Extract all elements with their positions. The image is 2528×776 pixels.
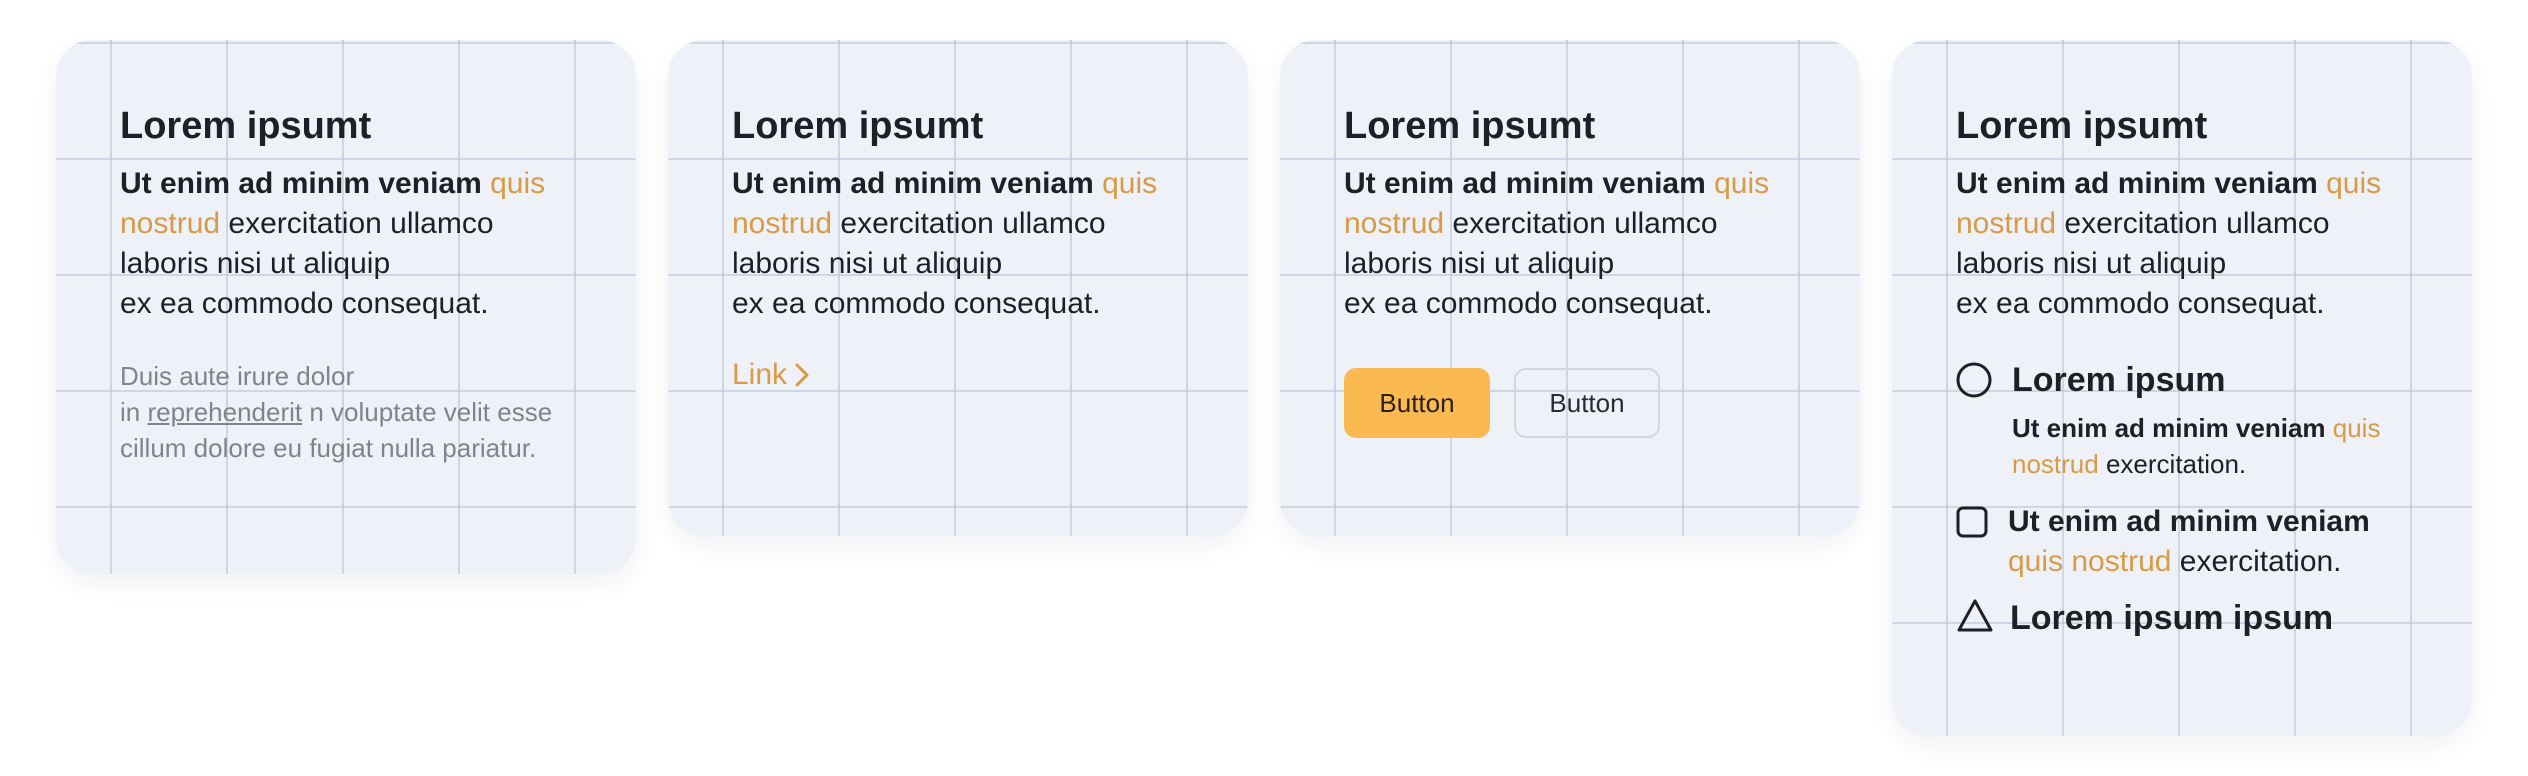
button-row: Button Button xyxy=(1344,368,1796,438)
lead-rest: exercitation ullamco xyxy=(220,207,494,240)
list-item: Lorem ipsum ipsum xyxy=(1956,598,2408,638)
lead-bold: Ut enim ad minim veniam xyxy=(1344,167,1715,200)
circle-icon xyxy=(1956,362,1996,398)
card-lead-text: Ut enim ad minim veniam quis nostrud exe… xyxy=(1344,164,1796,324)
card-title: Lorem ipsumt xyxy=(1956,105,2208,147)
lead-line-3: ex ea commodo consequat. xyxy=(120,287,489,320)
triangle-icon xyxy=(1956,598,1996,634)
list-item: Lorem ipsum Ut enim ad minim veniam quis… xyxy=(1956,360,2408,482)
list-item-title: Ut enim ad minim veniam xyxy=(2008,505,2370,538)
muted-pre: in xyxy=(120,397,148,427)
lead-line-2: laboris nisi ut aliquip xyxy=(1344,247,1615,280)
desc-rest: exercitation. xyxy=(2098,449,2247,479)
list-item-desc: Ut enim ad minim veniam quis nostrud exe… xyxy=(2012,410,2408,482)
square-icon xyxy=(1956,506,1996,538)
muted-line-1: Duis aute irure dolor xyxy=(120,361,355,391)
card-lead-text: Ut enim ad minim veniam quis nostrud exe… xyxy=(732,164,1184,324)
card-title: Lorem ipsumt xyxy=(732,105,984,147)
lead-line-2: laboris nisi ut aliquip xyxy=(732,247,1003,280)
lead-bold: Ut enim ad minim veniam xyxy=(732,167,1103,200)
lead-line-3: ex ea commodo consequat. xyxy=(732,287,1101,320)
lead-rest: exercitation ullamco xyxy=(832,207,1106,240)
desc-bold: Ut enim ad minim veniam xyxy=(2012,413,2333,443)
lead-line-2: laboris nisi ut aliquip xyxy=(1956,247,2227,280)
card-4: Lorem ipsumt Ut enim ad minim veniam qui… xyxy=(1892,40,2472,736)
card-title: Lorem ipsumt xyxy=(1344,105,1596,147)
chevron-right-icon xyxy=(795,363,809,387)
lead-rest: exercitation ullamco xyxy=(2056,207,2330,240)
link-label: Link xyxy=(732,358,788,391)
card-lead-text: Ut enim ad minim veniam quis nostrud exe… xyxy=(120,164,572,324)
list-item: Ut enim ad minim veniam quis nostrud exe… xyxy=(1956,502,2408,582)
card-3: Lorem ipsumt Ut enim ad minim veniam qui… xyxy=(1280,40,1860,536)
primary-button[interactable]: Button xyxy=(1344,368,1490,438)
desc-accent: quis nostrud xyxy=(2008,545,2172,578)
lead-rest: exercitation ullamco xyxy=(1444,207,1718,240)
lead-line-3: ex ea commodo consequat. xyxy=(1344,287,1713,320)
lead-bold: Ut enim ad minim veniam xyxy=(1956,167,2327,200)
card-muted-text: Duis aute irure dolor in reprehenderit n… xyxy=(120,358,572,466)
muted-underlined-link[interactable]: reprehenderit xyxy=(147,397,302,427)
card-title: Lorem ipsumt xyxy=(120,105,372,147)
lead-line-2: laboris nisi ut aliquip xyxy=(120,247,391,280)
list-item-desc: quis nostrud exercitation. xyxy=(2008,542,2370,582)
lead-line-3: ex ea commodo consequat. xyxy=(1956,287,2325,320)
card-lead-text: Ut enim ad minim veniam quis nostrud exe… xyxy=(1956,164,2408,324)
card-1: Lorem ipsumt Ut enim ad minim veniam qui… xyxy=(56,40,636,574)
list-item-title: Lorem ipsum xyxy=(2012,361,2226,399)
list-item-title: Lorem ipsum ipsum xyxy=(2010,599,2334,637)
secondary-button[interactable]: Button xyxy=(1514,368,1660,438)
desc-rest: exercitation. xyxy=(2171,545,2342,578)
card-link[interactable]: Link xyxy=(732,358,811,392)
card-2: Lorem ipsumt Ut enim ad minim veniam qui… xyxy=(668,40,1248,536)
lead-bold: Ut enim ad minim veniam xyxy=(120,167,491,200)
